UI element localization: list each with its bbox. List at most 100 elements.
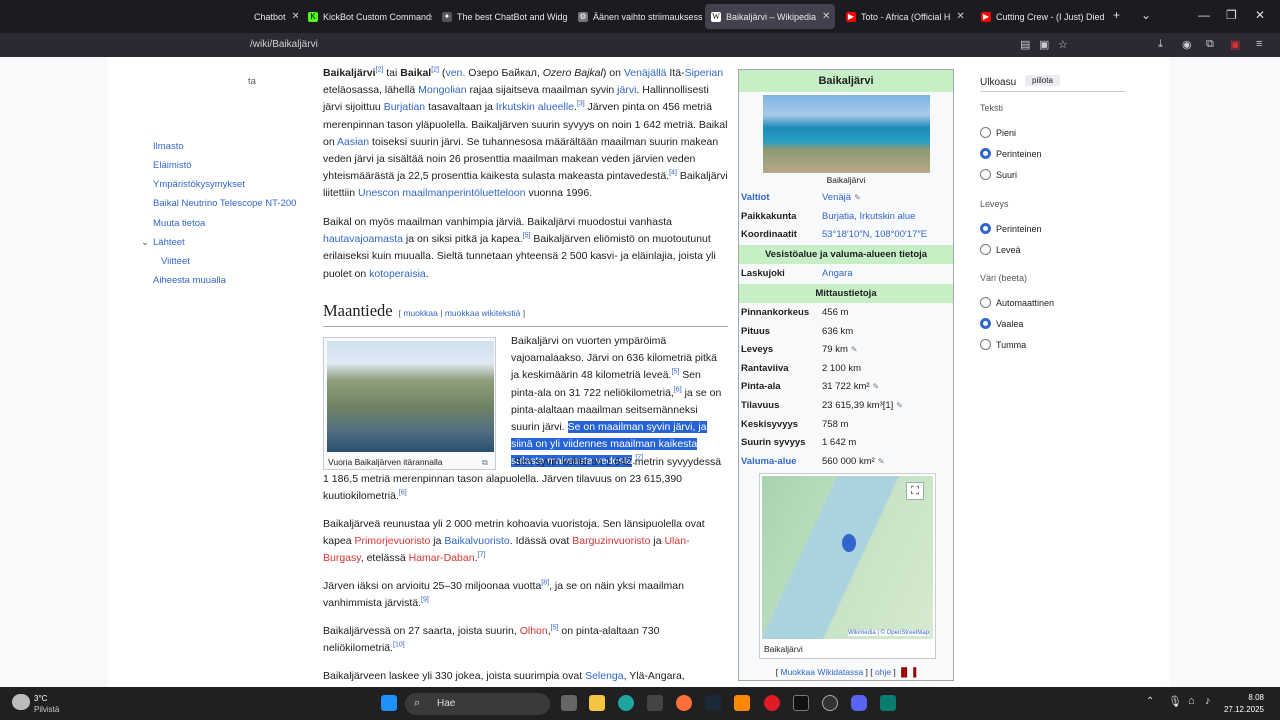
width-option-label[interactable]: Leveä — [996, 245, 1021, 255]
link-burjatia[interactable]: Burjatian — [384, 101, 425, 113]
map-tiles[interactable] — [762, 476, 933, 639]
firefox-icon[interactable] — [676, 695, 692, 711]
link-siperia[interactable]: Siperian — [685, 67, 724, 79]
app-icon[interactable] — [880, 695, 896, 711]
help-link[interactable]: ohje — [875, 667, 891, 677]
weather-desc[interactable]: Pilvistä — [34, 705, 59, 714]
discord-icon[interactable] — [851, 695, 867, 711]
vlc-icon[interactable] — [734, 695, 750, 711]
barcode-icon[interactable]: ▐▌▐ — [898, 667, 916, 677]
edit-pencil-icon[interactable]: ✎ — [851, 345, 858, 354]
edge-icon[interactable] — [618, 695, 634, 711]
menu-icon[interactable]: ≡ — [1256, 38, 1262, 50]
tab-youtube-toto[interactable]: ▶ Toto - Africa (Official H ✕ — [840, 4, 970, 29]
maximize-icon[interactable]: ❐ — [1226, 8, 1237, 22]
link-baikalvuoristo[interactable]: Baikalvuoristo — [444, 535, 509, 547]
link-unesco[interactable]: Unescon maailmanperintöluetteloon — [358, 187, 526, 199]
tab-close-icon[interactable]: ✕ — [950, 11, 964, 22]
edit-link[interactable]: muokkaa — [403, 308, 438, 318]
toc-item-ymparistokysymykset[interactable]: Ympäristökysymykset — [153, 179, 245, 190]
width-radio[interactable] — [980, 223, 991, 234]
toc-item-viitteet[interactable]: Viitteet — [161, 256, 190, 267]
link-aasia[interactable]: Aasian — [337, 136, 369, 148]
link-irkutsk[interactable]: Irkutskin alueelle — [496, 101, 574, 113]
infobox-label[interactable]: Valtiot — [741, 189, 770, 207]
reference[interactable]: [2] — [431, 67, 439, 74]
toc-item-ilmasto[interactable]: Ilmasto — [153, 141, 184, 152]
edit-pencil-icon[interactable]: ✎ — [878, 457, 885, 466]
reader-view-icon[interactable]: ▤ — [1020, 38, 1030, 51]
link-selenga[interactable]: Selenga — [585, 670, 624, 682]
edit-pencil-icon[interactable]: ✎ — [896, 401, 903, 410]
link-jarvi[interactable]: järvi — [617, 84, 636, 96]
toc-item-neutrino-telescope[interactable]: Baikal Neutrino Telescope NT-200 — [153, 198, 296, 209]
reference[interactable]: [3] — [577, 101, 585, 108]
infobox-value[interactable]: 53°18′10″N, 108°00′17″E — [822, 226, 927, 244]
close-window-icon[interactable]: ✕ — [1255, 8, 1265, 22]
link-barguzin[interactable]: Barguzinvuoristo — [572, 535, 650, 547]
weather-temp[interactable]: 3°C — [34, 694, 47, 703]
toc-item-muuta-tietoa[interactable]: Muuta tietoa — [153, 218, 205, 229]
tray-chevron-icon[interactable]: ⌃ — [1146, 696, 1154, 707]
color-theme-radio[interactable] — [980, 297, 991, 308]
edit-wikitext-link[interactable]: muokkaa wikitekstiä — [445, 308, 521, 318]
text-size-option-label[interactable]: Perinteinen — [996, 149, 1042, 159]
reference[interactable]: [4] — [669, 170, 677, 177]
infobox-value-text[interactable]: Angara — [822, 268, 853, 279]
reference[interactable]: [10] — [393, 642, 405, 649]
toc-item-aiheesta-muualla[interactable]: Aiheesta muualla — [153, 275, 226, 286]
tab-list-icon[interactable]: ⌄ — [1141, 8, 1151, 22]
color-theme-radio[interactable] — [980, 318, 991, 329]
location-map[interactable]: ⛶ Wikimedia | © OpenStreetMap Baikaljärv… — [759, 473, 936, 659]
tab-close-icon[interactable]: ✕ — [286, 11, 298, 22]
bookmark-star-icon[interactable]: ☆ — [1058, 38, 1068, 51]
infobox-value-text[interactable]: Venäjä — [822, 192, 851, 203]
reference[interactable]: [8] — [541, 580, 549, 587]
calculator-icon[interactable] — [647, 695, 663, 711]
edit-pencil-icon[interactable]: ✎ — [854, 193, 861, 202]
tab-chatgpt[interactable]: ⚙Äänen vaihto striimauksess✕ — [572, 4, 702, 29]
network-icon[interactable]: ⌂ — [1188, 695, 1195, 707]
tab-streamelements[interactable]: ✦The best ChatBot and Widg✕ — [436, 4, 568, 29]
width-option-label[interactable]: Perinteinen — [996, 224, 1042, 234]
reference[interactable]: [7] — [478, 552, 486, 559]
weather-icon[interactable] — [12, 694, 30, 710]
text-size-radio[interactable] — [980, 127, 991, 138]
color-theme-radio[interactable] — [980, 339, 991, 350]
task-view-icon[interactable] — [561, 695, 577, 711]
link-primorje[interactable]: Primorjevuoristo — [355, 535, 431, 547]
toc-collapse-icon[interactable]: ⌄ — [141, 237, 149, 248]
clock-time[interactable]: 8.08 — [1248, 693, 1264, 702]
text-size-radio[interactable] — [980, 169, 991, 180]
steam-icon[interactable] — [705, 695, 721, 711]
downloads-icon[interactable]: ⤓ — [1158, 38, 1163, 51]
extension-badge-icon[interactable]: ▣ — [1230, 38, 1240, 51]
infobox-label[interactable]: Valuma-alue — [741, 453, 796, 471]
screenshot-icon[interactable]: ▣ — [1039, 38, 1049, 51]
clock-date[interactable]: 27.12.2025 — [1224, 705, 1264, 714]
link-olhon[interactable]: Olhon — [520, 625, 548, 637]
tab-kickbot[interactable]: KKickBot Custom Commands✕ — [302, 4, 432, 29]
infobox-value-text[interactable]: Burjatia, Irkutskin alue — [822, 211, 915, 222]
reference[interactable]: [6] — [674, 386, 682, 393]
fullscreen-icon[interactable]: ⛶ — [906, 482, 924, 500]
obs-icon[interactable] — [822, 695, 838, 711]
map-marker-icon[interactable] — [842, 534, 856, 552]
toc-item-elaimisto[interactable]: Eläimistö — [153, 160, 192, 171]
terminal-icon[interactable] — [793, 695, 809, 711]
color-theme-option-label[interactable]: Tumma — [996, 340, 1026, 350]
windows-start-icon[interactable] — [381, 695, 397, 711]
url-text[interactable]: /wiki/Baikaljärvi — [250, 39, 318, 50]
link-hautavajoama[interactable]: hautavajoamasta — [323, 233, 403, 245]
minimize-icon[interactable]: — — [1198, 8, 1210, 22]
opera-icon[interactable] — [764, 695, 780, 711]
edit-wikidata-link[interactable]: Muokkaa Wikidatassa — [781, 667, 864, 677]
text-size-option-label[interactable]: Suuri — [996, 170, 1017, 180]
map-attribution[interactable]: Wikimedia | © OpenStreetMap — [847, 630, 929, 636]
hide-button[interactable]: piilota — [1025, 75, 1060, 86]
infobox-value[interactable]: Angara — [822, 265, 853, 283]
tab-close-icon[interactable]: ✕ — [816, 11, 830, 22]
toc-item-lahteet[interactable]: Lähteet — [153, 237, 185, 248]
taskbar-search[interactable]: Hae — [405, 693, 550, 715]
tab-chatbot[interactable]: Chatbot ✕ — [248, 4, 298, 29]
